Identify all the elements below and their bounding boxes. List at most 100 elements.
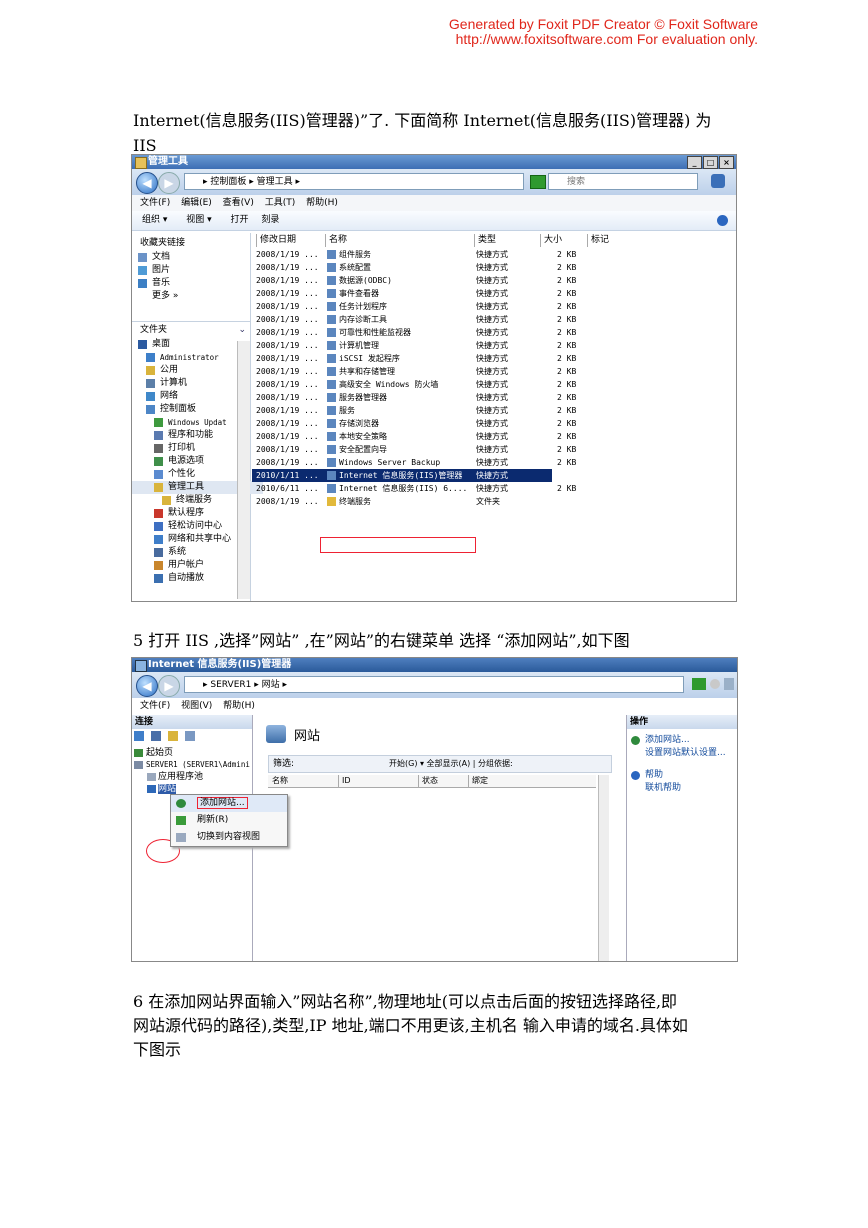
disconnect-icon[interactable] — [184, 731, 195, 741]
file-row[interactable]: 2008/1/19 ... 高级安全 Windows 防火墙 快捷方式 2 KB — [252, 378, 576, 391]
cell-name: Internet 信息服务(IIS)管理器 — [339, 471, 463, 480]
tree-server[interactable]: SERVER1 (SERVER1\Admini — [132, 759, 252, 771]
cell-size: 2 KB — [557, 406, 577, 415]
iis-home-icon[interactable] — [724, 678, 734, 690]
file-row[interactable]: 2008/1/19 ... 计算机管理 快捷方式 2 KB — [252, 339, 576, 352]
file-row[interactable]: 2008/1/19 ... 数据源(ODBC) 快捷方式 2 KB — [252, 274, 576, 287]
search-icon[interactable] — [711, 174, 725, 188]
folder-icon — [154, 574, 163, 583]
file-row[interactable]: 2008/1/19 ... Windows Server Backup 快捷方式 2 … — [252, 456, 576, 469]
folder-icon — [154, 522, 163, 531]
file-row[interactable]: 2008/1/19 ... 事件查看器 快捷方式 2 KB — [252, 287, 576, 300]
iis-menu-file[interactable]: 文件(F) — [140, 701, 170, 711]
favorite-documents[interactable]: 文档 — [132, 251, 250, 264]
iis-address-input[interactable]: ▸ SERVER1 ▸ 网站 ▸ — [184, 676, 684, 693]
menu-content-view[interactable]: 切换到内容视图 — [171, 829, 287, 846]
cell-date: 2008/1/19 ... — [256, 419, 319, 428]
sites-header-icon — [266, 725, 286, 743]
file-row[interactable]: 2008/1/19 ... 安全配置向导 快捷方式 2 KB — [252, 443, 576, 456]
navigation-pane: 收藏夹链接 文档 图片 音乐 更多 » 文件夹 ⌄ 桌面 Administrator… — [132, 233, 263, 601]
cell-type: 快捷方式 — [476, 328, 508, 337]
help-icon[interactable] — [717, 215, 728, 226]
file-row[interactable]: 2008/1/19 ... 终端服务 文件夹 — [252, 495, 552, 508]
column-tag[interactable]: 标记 — [587, 234, 609, 247]
file-row[interactable]: 2008/1/19 ... 存储浏览器 快捷方式 2 KB — [252, 417, 576, 430]
file-row[interactable]: 2010/6/11 ... Internet 信息服务(IIS) 6.... 快捷方… — [252, 482, 576, 495]
column-site-status[interactable]: 状态 — [418, 775, 438, 787]
filter-bar: 筛选: 开始(G) ▾ 全部显示(A) | 分组依据: — [268, 755, 612, 773]
cell-size: 2 KB — [557, 354, 577, 363]
action-online-help[interactable]: 联机帮助 — [645, 782, 681, 794]
up-icon[interactable] — [167, 731, 178, 741]
open-button[interactable]: 打开 — [231, 215, 249, 225]
column-date[interactable]: 修改日期 — [256, 234, 296, 247]
iis-back-arrow-icon[interactable]: ◀ — [136, 675, 158, 697]
favorite-pictures[interactable]: 图片 — [132, 264, 250, 277]
document-icon — [138, 253, 147, 262]
column-site-name[interactable]: 名称 — [272, 775, 288, 787]
burn-button[interactable]: 刻录 — [261, 215, 279, 225]
shortcut-icon — [327, 328, 336, 337]
menu-help[interactable]: 帮助(H) — [306, 198, 338, 208]
tree-app-pools[interactable]: 应用程序池 — [132, 771, 252, 783]
shortcut-icon — [327, 393, 336, 402]
folder-icon — [154, 535, 163, 544]
column-name[interactable]: 名称 — [325, 234, 347, 247]
menu-refresh[interactable]: 刷新(R) — [171, 812, 287, 829]
iis-stop-icon[interactable] — [710, 679, 720, 689]
file-row[interactable]: 2008/1/19 ... 任务计划程序 快捷方式 2 KB — [252, 300, 576, 313]
column-type[interactable]: 类型 — [474, 234, 496, 247]
action-add-site[interactable]: 添加网站... — [631, 734, 690, 746]
column-site-id[interactable]: ID — [338, 775, 351, 787]
cell-name: 高级安全 Windows 防火墙 — [339, 380, 439, 389]
tree-scrollbar[interactable] — [237, 341, 250, 599]
file-row[interactable]: 2008/1/19 ... 内存诊断工具 快捷方式 2 KB — [252, 313, 576, 326]
tree-item[interactable]: 终端服务 — [132, 494, 271, 507]
iis-refresh-icon[interactable] — [692, 678, 706, 690]
menu-add-site[interactable]: 添加网站... — [171, 795, 287, 812]
back-arrow-icon[interactable]: ◀ — [136, 172, 158, 194]
connect-icon[interactable] — [134, 731, 144, 741]
file-row[interactable]: 2010/1/11 ... Internet 信息服务(IIS)管理器 快捷方式 2 … — [252, 469, 576, 482]
menu-file[interactable]: 文件(F) — [140, 198, 170, 208]
action-help[interactable]: 帮助 — [631, 769, 663, 781]
address-input[interactable]: ▸ 控制面板 ▸ 管理工具 ▸ — [184, 173, 524, 190]
favorite-music[interactable]: 音乐 — [132, 277, 250, 290]
file-row[interactable]: 2008/1/19 ... iSCSI 发起程序 快捷方式 2 KB — [252, 352, 576, 365]
file-row[interactable]: 2008/1/19 ... 共享和存储管理 快捷方式 2 KB — [252, 365, 576, 378]
column-site-binding[interactable]: 绑定 — [468, 775, 488, 787]
tree-item[interactable]: 桌面 — [132, 338, 247, 351]
cell-date: 2008/1/19 ... — [256, 380, 319, 389]
sites-scrollbar[interactable] — [598, 775, 609, 961]
actions-title: 操作 — [627, 715, 737, 729]
iis-menu-view[interactable]: 视图(V) — [181, 701, 212, 711]
file-row[interactable]: 2008/1/19 ... 服务器管理器 快捷方式 2 KB — [252, 391, 576, 404]
refresh-icon[interactable] — [530, 175, 546, 189]
favorite-more[interactable]: 更多 » — [132, 290, 250, 303]
maximize-button[interactable]: □ — [703, 156, 718, 169]
menu-edit[interactable]: 编辑(E) — [181, 198, 212, 208]
filter-actions[interactable]: 开始(G) ▾ 全部显示(A) | 分组依据: — [389, 756, 513, 772]
organize-button[interactable]: 组织 ▾ — [142, 215, 167, 225]
file-row[interactable]: 2008/1/19 ... 系统配置 快捷方式 2 KB — [252, 261, 576, 274]
file-row[interactable]: 2008/1/19 ... 可靠性和性能监视器 快捷方式 2 KB — [252, 326, 576, 339]
file-row[interactable]: 2008/1/19 ... 服务 快捷方式 2 KB — [252, 404, 576, 417]
search-input[interactable]: 搜索 — [548, 173, 698, 190]
chevron-down-icon[interactable]: ⌄ — [238, 324, 246, 337]
close-button[interactable]: × — [719, 156, 734, 169]
minimize-button[interactable]: _ — [687, 156, 702, 169]
action-site-defaults[interactable]: 设置网站默认设置... — [645, 747, 726, 759]
column-size[interactable]: 大小 — [540, 234, 562, 247]
file-row[interactable]: 2008/1/19 ... 组件服务 快捷方式 2 KB — [252, 248, 576, 261]
save-icon[interactable] — [150, 731, 161, 741]
menu-tools[interactable]: 工具(T) — [265, 198, 296, 208]
file-row[interactable]: 2008/1/19 ... 本地安全策略 快捷方式 2 KB — [252, 430, 576, 443]
cell-size: 2 KB — [557, 289, 577, 298]
iis-forward-arrow-icon[interactable]: ▶ — [158, 675, 180, 697]
folder-icon — [154, 509, 163, 518]
tree-start-page[interactable]: 起始页 — [132, 747, 252, 759]
menu-view[interactable]: 查看(V) — [223, 198, 254, 208]
views-button[interactable]: 视图 ▾ — [186, 215, 211, 225]
iis-menu-help[interactable]: 帮助(H) — [223, 701, 255, 711]
forward-arrow-icon[interactable]: ▶ — [158, 172, 180, 194]
